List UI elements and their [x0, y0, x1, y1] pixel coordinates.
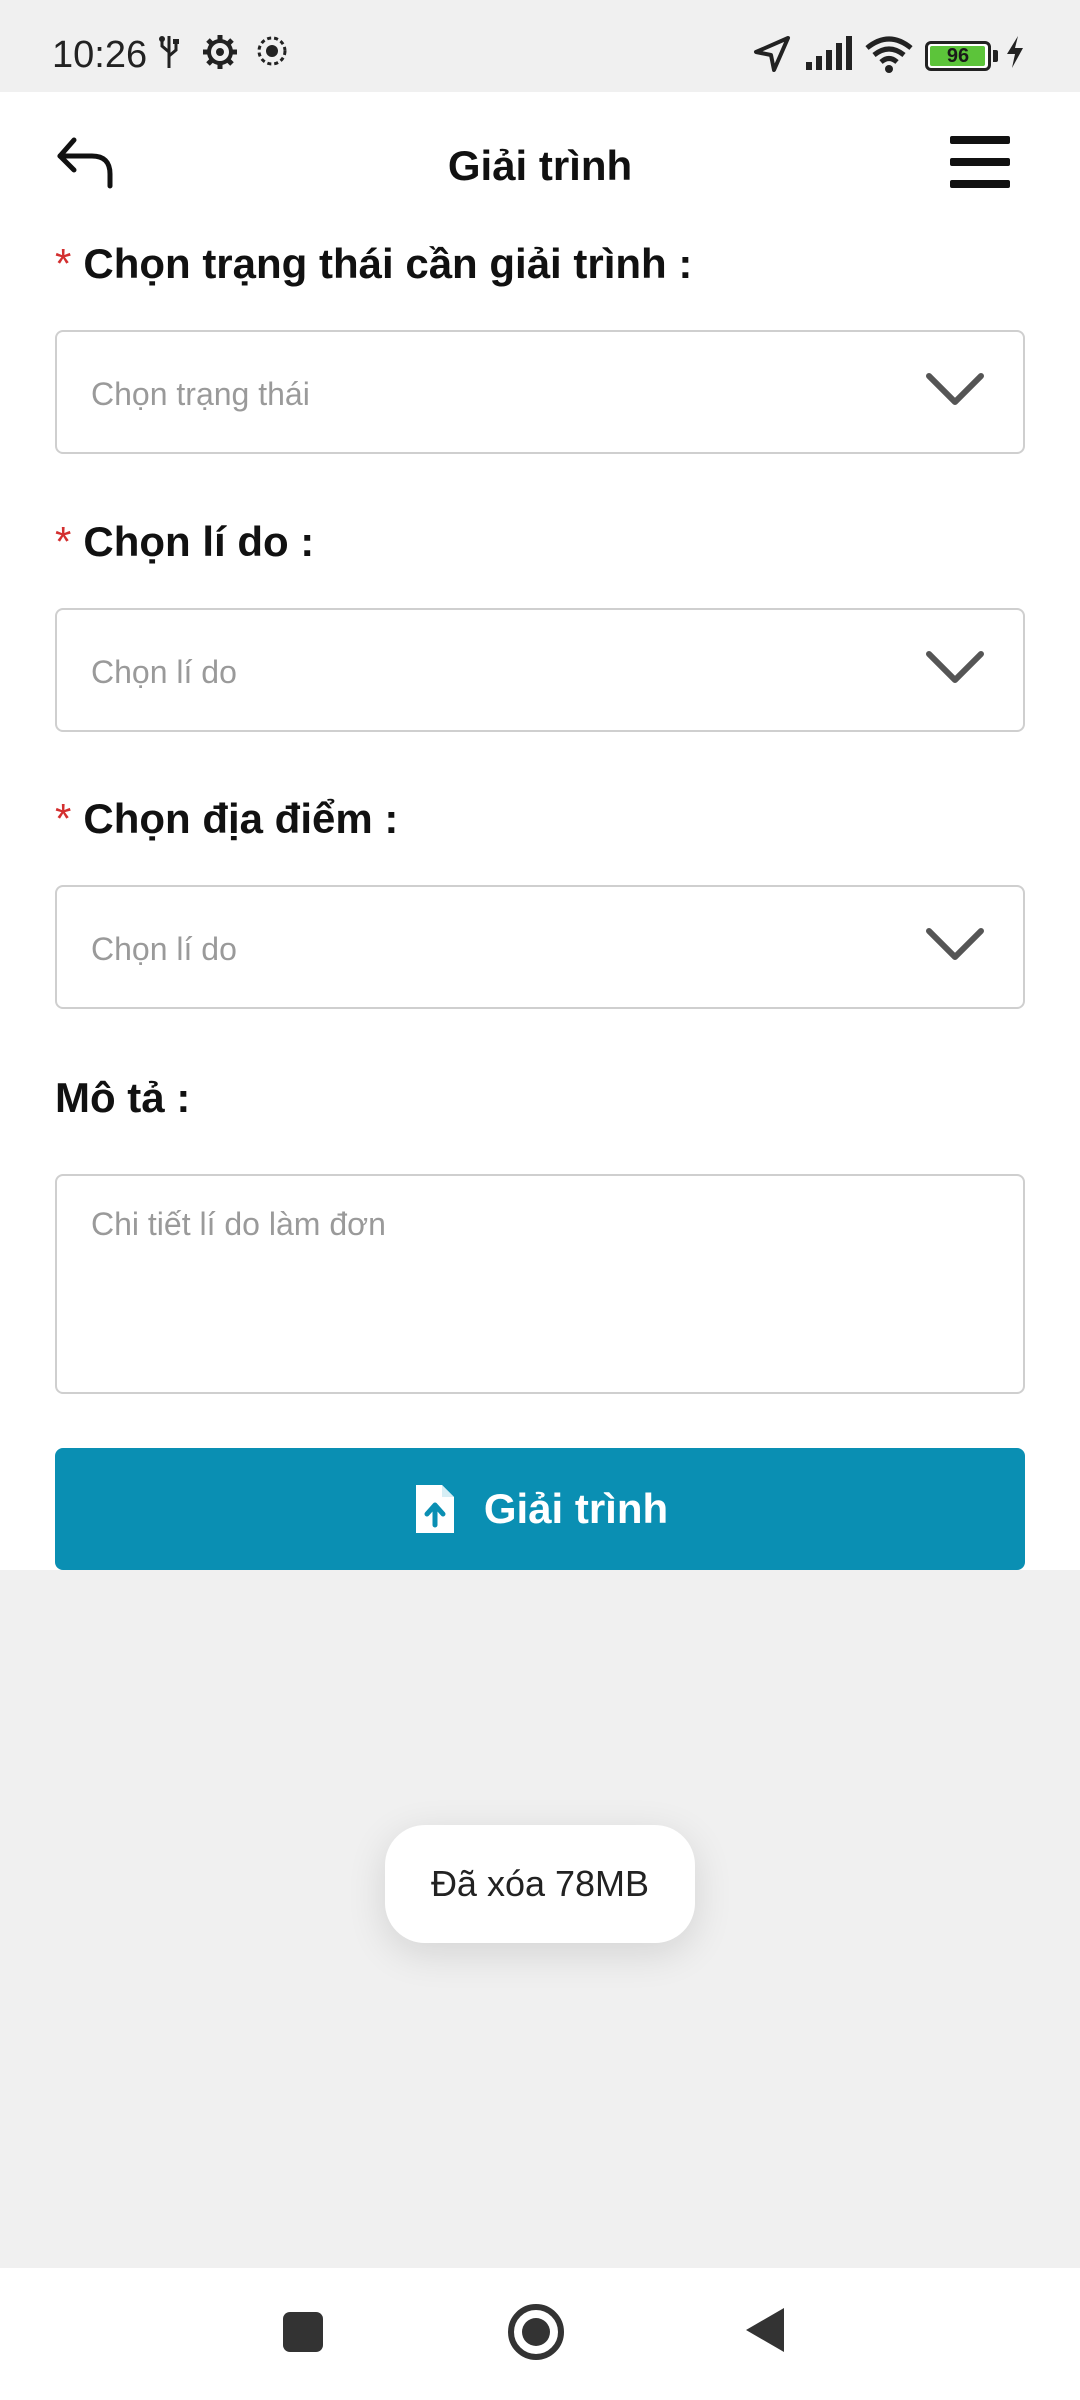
- description-field-label: Mô tả :: [55, 1074, 191, 1121]
- description-textarea[interactable]: Chi tiết lí do làm đơn: [55, 1174, 1025, 1394]
- toast-message: Đã xóa 78MB: [385, 1825, 695, 1943]
- location-select[interactable]: Chọn lí do: [55, 885, 1025, 1009]
- chevron-down-icon: [926, 651, 984, 683]
- location-select-placeholder: Chọn lí do: [91, 931, 237, 967]
- submit-button-label: Giải trình: [483, 1485, 669, 1532]
- required-mark: *: [55, 518, 72, 565]
- recent-apps-button[interactable]: [283, 2312, 323, 2352]
- battery-level: 96: [946, 45, 970, 67]
- wifi-icon: [865, 36, 913, 73]
- charging-bolt-icon: [1007, 36, 1023, 68]
- required-mark: *: [55, 795, 72, 842]
- home-button[interactable]: [508, 2304, 564, 2360]
- page-title: Giải trình: [447, 142, 633, 189]
- file-upload-icon: [415, 1485, 454, 1533]
- app-notification-icon: [257, 36, 287, 66]
- settings-gear-icon: [203, 35, 237, 69]
- usb-icon: [159, 36, 179, 68]
- chevron-down-icon: [926, 928, 984, 960]
- reason-select-placeholder: Chọn lí do: [91, 654, 237, 690]
- status-select-placeholder: Chọn trạng thái: [91, 376, 310, 412]
- hamburger-menu-icon[interactable]: [950, 136, 1012, 190]
- toast-text: Đã xóa 78MB: [430, 1863, 650, 1904]
- back-button[interactable]: [746, 2308, 784, 2352]
- battery-cap: [993, 50, 998, 62]
- reason-select[interactable]: Chọn lí do: [55, 608, 1025, 732]
- location-field-label: * Chọn địa điểm :: [55, 795, 399, 842]
- description-placeholder: Chi tiết lí do làm đơn: [91, 1206, 386, 1242]
- reason-field-label: * Chọn lí do :: [55, 518, 315, 565]
- submit-button[interactable]: Giải trình: [55, 1448, 1025, 1570]
- status-select[interactable]: Chọn trạng thái: [55, 330, 1025, 454]
- required-mark: *: [55, 240, 72, 287]
- status-field-label: * Chọn trạng thái cần giải trình :: [55, 240, 693, 287]
- location-arrow-icon: [754, 36, 790, 72]
- status-time: 10:26: [52, 34, 148, 76]
- form-panel: Giải trình * Chọn trạng thái cần giải trì…: [0, 92, 1080, 1570]
- status-bar: 10:26 96: [0, 0, 1080, 92]
- battery-icon: 96: [925, 41, 991, 71]
- system-nav-bar: [0, 2268, 1080, 2400]
- chevron-down-icon: [926, 373, 984, 405]
- signal-icon: [806, 36, 852, 70]
